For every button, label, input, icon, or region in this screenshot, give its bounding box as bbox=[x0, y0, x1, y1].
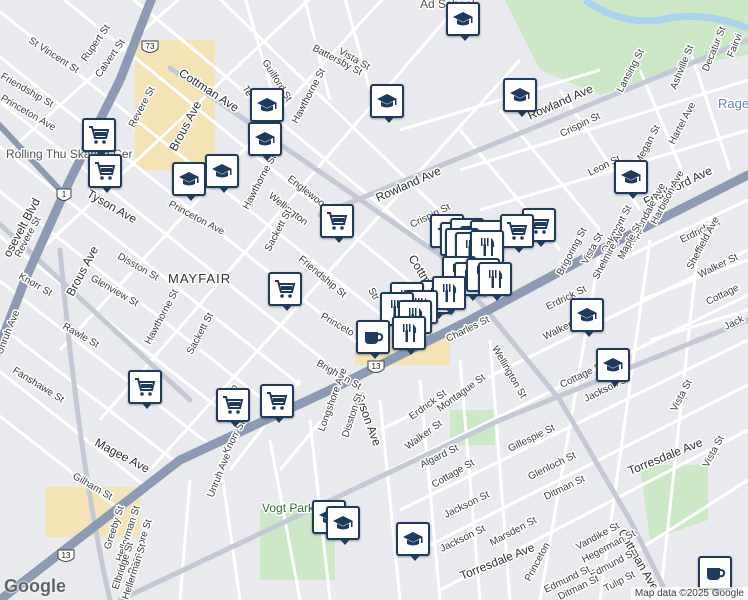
school-marker[interactable] bbox=[205, 154, 239, 193]
cart-marker[interactable] bbox=[260, 384, 294, 423]
school-marker[interactable] bbox=[396, 522, 430, 561]
school-icon bbox=[403, 532, 423, 546]
school-icon bbox=[377, 94, 397, 108]
cart-marker[interactable] bbox=[216, 388, 250, 427]
cart-marker[interactable] bbox=[268, 272, 302, 311]
svg-text:1: 1 bbox=[62, 190, 67, 199]
school-icon bbox=[510, 88, 530, 102]
school-icon bbox=[255, 132, 275, 146]
svg-text:13: 13 bbox=[372, 362, 381, 371]
restaurant-icon bbox=[481, 238, 495, 256]
cart-marker[interactable] bbox=[500, 214, 534, 253]
park-label: Vogt Park bbox=[262, 501, 315, 515]
cart-icon bbox=[275, 280, 296, 298]
cafe-icon bbox=[365, 332, 384, 344]
school-icon bbox=[212, 164, 232, 178]
cafe-icon bbox=[707, 568, 726, 580]
cart-icon bbox=[507, 222, 528, 240]
cart-marker[interactable] bbox=[88, 154, 122, 193]
school-icon bbox=[453, 12, 473, 26]
school-icon bbox=[333, 516, 353, 530]
school-marker[interactable] bbox=[446, 2, 480, 41]
shield-73: 73 bbox=[141, 40, 159, 53]
brand-label: Rage bbox=[718, 96, 748, 111]
cart-icon bbox=[223, 396, 244, 414]
cart-marker[interactable] bbox=[82, 118, 116, 157]
school-icon bbox=[577, 308, 597, 322]
school-icon bbox=[621, 170, 641, 184]
google-logo: Google bbox=[4, 576, 66, 596]
cafe-marker[interactable] bbox=[698, 556, 732, 595]
cart-marker[interactable] bbox=[320, 204, 354, 243]
cart-icon bbox=[327, 212, 348, 230]
restaurant-marker[interactable] bbox=[392, 316, 426, 355]
school-marker[interactable] bbox=[503, 78, 537, 117]
shield-13-center: 13 bbox=[367, 360, 385, 373]
school-marker[interactable] bbox=[614, 160, 648, 199]
cart-icon bbox=[95, 162, 116, 180]
cafe-marker[interactable] bbox=[356, 320, 390, 359]
restaurant-icon bbox=[403, 324, 417, 342]
cart-icon bbox=[89, 126, 110, 144]
shield-1: 1 bbox=[56, 188, 72, 201]
school-icon bbox=[179, 172, 199, 186]
school-marker[interactable] bbox=[172, 162, 206, 201]
restaurant-icon bbox=[489, 270, 503, 288]
cart-marker[interactable] bbox=[128, 370, 162, 409]
school-icon bbox=[257, 98, 277, 112]
svg-text:13: 13 bbox=[62, 551, 71, 560]
school-marker[interactable] bbox=[570, 298, 604, 337]
school-marker[interactable] bbox=[596, 348, 630, 387]
restaurant-icon bbox=[443, 284, 457, 302]
school-marker[interactable] bbox=[326, 506, 360, 545]
school-marker[interactable] bbox=[370, 84, 404, 123]
restaurant-marker[interactable] bbox=[478, 262, 512, 301]
shield-13-southwest: 13 bbox=[57, 549, 75, 562]
school-marker[interactable] bbox=[250, 88, 284, 127]
neighborhood-label: MAYFAIR bbox=[168, 271, 231, 286]
cart-icon bbox=[135, 378, 156, 396]
school-marker[interactable] bbox=[248, 122, 282, 161]
cart-icon bbox=[267, 392, 288, 410]
map-attribution[interactable]: Map data ©2025 Google bbox=[630, 587, 748, 600]
svg-text:73: 73 bbox=[146, 42, 155, 51]
school-icon bbox=[603, 358, 623, 372]
